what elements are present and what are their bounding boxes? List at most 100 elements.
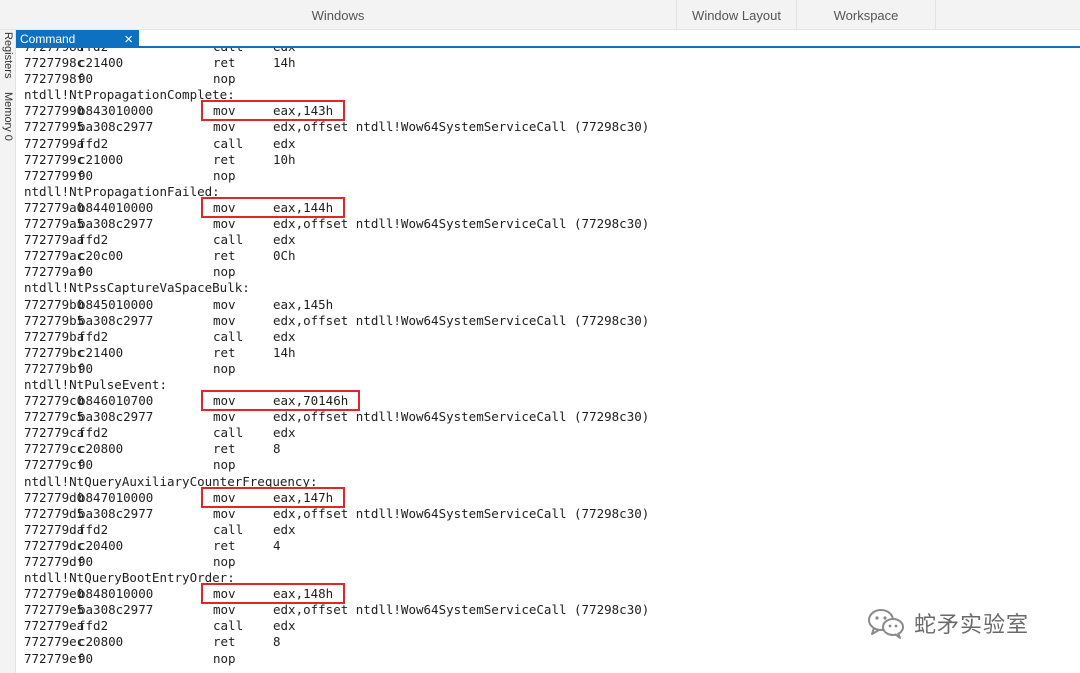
instruction-mnemonic: call (213, 328, 244, 344)
instruction-mnemonic: mov (213, 312, 236, 328)
instruction-operands: eax,144h (273, 199, 334, 215)
memory-side-tab[interactable]: Memory 0 (1, 92, 15, 141)
instruction-address: 77277995 (24, 119, 85, 135)
instruction-address: 772779ec (24, 634, 85, 650)
instruction-operands: edx (273, 135, 296, 151)
instruction-operands: edx,offset ntdll!Wow64SystemServiceCall … (273, 119, 650, 135)
instruction-operands: edx (273, 232, 296, 248)
function-label: ntdll!NtPropagationFailed: (24, 183, 220, 199)
instruction-bytes: 90 (78, 650, 94, 666)
instruction-address: 772779a5 (24, 216, 85, 232)
function-label: ntdll!NtQueryBootEntryOrder: (24, 570, 235, 586)
instruction-mnemonic: nop (213, 554, 236, 569)
instruction-mnemonic: ret (213, 248, 236, 264)
instruction-mnemonic: nop (213, 71, 236, 87)
instruction-bytes: 90 (78, 71, 94, 87)
instruction-mnemonic: call (213, 232, 244, 248)
instruction-mnemonic: mov (213, 119, 236, 135)
close-icon[interactable]: × (124, 30, 133, 48)
instruction-address: 772779cc (24, 441, 85, 457)
instruction-mnemonic: mov (213, 199, 236, 215)
instruction-address: 772779bf (24, 360, 85, 376)
instruction-bytes: 90 (78, 360, 94, 376)
instruction-bytes: c21400 (78, 344, 124, 360)
instruction-bytes: ba308c2977 (78, 312, 154, 328)
instruction-operands: eax,147h (273, 489, 334, 505)
instruction-bytes: ffd2 (78, 618, 109, 634)
instruction-operands: 14h (273, 344, 296, 360)
instruction-mnemonic: ret (213, 634, 236, 650)
windows-group-label: Windows (311, 7, 365, 23)
registers-side-tab[interactable]: Registers (1, 32, 15, 78)
instruction-bytes: ffd2 (78, 425, 109, 441)
instruction-mnemonic: call (213, 425, 244, 441)
instruction-bytes: ba308c2977 (78, 602, 154, 618)
tab-command-label: Command (20, 32, 76, 46)
instruction-operands: 8 (273, 634, 281, 650)
ribbon-header: Windows Window Layout Workspace (0, 0, 1080, 30)
instruction-operands: 10h (273, 151, 296, 167)
instruction-operands: edx (273, 618, 296, 634)
instruction-mnemonic: nop (213, 264, 236, 280)
instruction-mnemonic: mov (213, 505, 236, 521)
instruction-address: 772779ef (24, 650, 85, 666)
instruction-address: 7727798f (24, 71, 85, 87)
instruction-mnemonic: mov (213, 409, 236, 425)
instruction-bytes: c21400 (78, 55, 124, 71)
instruction-bytes: ba308c2977 (78, 505, 154, 521)
instruction-address: 772779b5 (24, 312, 85, 328)
instruction-address: 772779ac (24, 248, 85, 264)
command-output-pane[interactable]: 7727798affd2calledx7727798cc21400ret14h7… (16, 48, 1080, 673)
instruction-address: 7727799f (24, 167, 85, 183)
instruction-address: 772779d5 (24, 505, 85, 521)
instruction-mnemonic: nop (213, 360, 236, 376)
workspace-group-label: Workspace (796, 0, 936, 30)
instruction-mnemonic: ret (213, 151, 236, 167)
instruction-bytes: b847010000 (78, 489, 154, 505)
function-label: ntdll!NtPulseEvent: (24, 376, 167, 392)
instruction-bytes: c20800 (78, 441, 124, 457)
instruction-bytes: ffd2 (78, 521, 109, 537)
instruction-mnemonic: call (213, 135, 244, 151)
function-label: ntdll!NtQueryAuxiliaryCounterFrequency: (24, 473, 318, 489)
side-tab-strip: Registers Memory 0 (0, 30, 16, 673)
instruction-operands: eax,70146h (273, 393, 349, 409)
instruction-bytes: ffd2 (78, 328, 109, 344)
instruction-bytes: ffd2 (78, 48, 108, 55)
instruction-address: 772779ea (24, 618, 85, 634)
instruction-operands: eax,143h (273, 103, 334, 119)
instruction-mnemonic: call (213, 521, 244, 537)
instruction-bytes: ffd2 (78, 232, 109, 248)
instruction-mnemonic: mov (213, 103, 236, 119)
watermark-text: 蛇矛实验室 (914, 613, 1030, 638)
instruction-mnemonic: ret (213, 441, 236, 457)
instruction-operands: edx (273, 425, 296, 441)
instruction-operands: edx,offset ntdll!Wow64SystemServiceCall … (273, 216, 650, 232)
instruction-address: 772779ba (24, 328, 85, 344)
instruction-operands: eax,148h (273, 586, 334, 602)
instruction-address: 772779e5 (24, 602, 85, 618)
instruction-address: 772779dc (24, 537, 85, 553)
instruction-operands: edx (273, 521, 296, 537)
instruction-bytes: ffd2 (78, 135, 109, 151)
tab-command[interactable]: Command × (16, 30, 139, 48)
instruction-mnemonic: mov (213, 296, 236, 312)
function-label: ntdll!NtPssCaptureVaSpaceBulk: (24, 280, 250, 296)
instruction-operands: 8 (273, 441, 281, 457)
instruction-address: 772779c0 (24, 393, 85, 409)
instruction-address: 772779da (24, 521, 85, 537)
instruction-bytes: b843010000 (78, 103, 154, 119)
instruction-mnemonic: nop (213, 457, 236, 473)
instruction-operands: 0Ch (273, 248, 296, 264)
document-tab-strip: Command × (16, 30, 1080, 48)
instruction-operands: edx,offset ntdll!Wow64SystemServiceCall … (273, 409, 650, 425)
instruction-mnemonic: nop (213, 167, 236, 183)
instruction-address: 772779e0 (24, 586, 85, 602)
instruction-address: 772779c5 (24, 409, 85, 425)
instruction-bytes: c20400 (78, 537, 124, 553)
instruction-address: 772779cf (24, 457, 85, 473)
instruction-bytes: c20800 (78, 634, 124, 650)
instruction-mnemonic: mov (213, 216, 236, 232)
instruction-address: 772779bc (24, 344, 85, 360)
instruction-address: 772779df (24, 554, 85, 569)
